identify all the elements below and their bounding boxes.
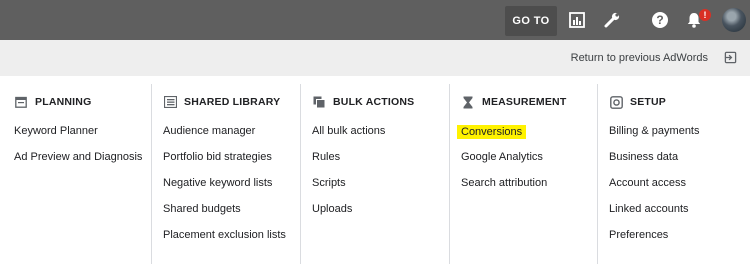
return-bar: Return to previous AdWords: [0, 40, 750, 76]
column-header-measurement: MEASUREMENT: [461, 95, 566, 109]
column-divider: [597, 84, 598, 264]
column-shared-library: SHARED LIBRARY Audience manager Portfoli…: [163, 76, 300, 270]
menu-item-google-analytics[interactable]: Google Analytics: [461, 151, 543, 163]
menu-item-audience-manager[interactable]: Audience manager: [163, 125, 255, 137]
menu-item-uploads[interactable]: Uploads: [312, 203, 352, 215]
menu-item-shared-budgets[interactable]: Shared budgets: [163, 203, 241, 215]
menu-item-rules[interactable]: Rules: [312, 151, 340, 163]
column-header-shared-library: SHARED LIBRARY: [163, 95, 280, 109]
notification-badge: !: [699, 9, 711, 21]
column-header-bulk-actions: BULK ACTIONS: [312, 95, 414, 109]
menu-item-search-attribution[interactable]: Search attribution: [461, 177, 547, 189]
menu-item-ad-preview-and-diagnosis[interactable]: Ad Preview and Diagnosis: [14, 151, 142, 163]
settings-icon: [609, 95, 623, 109]
menu-item-linked-accounts[interactable]: Linked accounts: [609, 203, 689, 215]
column-divider: [449, 84, 450, 264]
menu-item-keyword-planner[interactable]: Keyword Planner: [14, 125, 98, 137]
copy-icon: [312, 95, 326, 109]
exit-to-app-icon[interactable]: [724, 51, 738, 65]
menu-item-portfolio-bid-strategies[interactable]: Portfolio bid strategies: [163, 151, 272, 163]
top-header: GO TO ? !: [0, 0, 750, 40]
column-divider: [300, 84, 301, 264]
account-avatar[interactable]: [722, 8, 746, 32]
hourglass-icon: [461, 95, 475, 109]
go-to-button[interactable]: GO TO: [505, 6, 557, 36]
reports-icon[interactable]: [567, 10, 587, 30]
menu-item-business-data[interactable]: Business data: [609, 151, 678, 163]
menu-item-placement-exclusion-lists[interactable]: Placement exclusion lists: [163, 229, 286, 241]
menu-item-scripts[interactable]: Scripts: [312, 177, 346, 189]
column-header-planning: PLANNING: [14, 95, 91, 109]
column-divider: [151, 84, 152, 264]
column-bulk-actions: BULK ACTIONS All bulk actions Rules Scri…: [312, 76, 449, 270]
column-measurement: MEASUREMENT Conversions Google Analytics…: [457, 76, 597, 270]
help-icon[interactable]: ?: [650, 10, 670, 30]
menu-item-negative-keyword-lists[interactable]: Negative keyword lists: [163, 177, 272, 189]
menu-item-billing-and-payments[interactable]: Billing & payments: [609, 125, 700, 137]
calendar-icon: [14, 95, 28, 109]
column-planning: PLANNING Keyword Planner Ad Preview and …: [14, 76, 151, 270]
column-header-setup: SETUP: [609, 95, 666, 109]
library-icon: [163, 95, 177, 109]
return-to-previous-adwords-link[interactable]: Return to previous AdWords: [571, 52, 708, 64]
menu-item-all-bulk-actions[interactable]: All bulk actions: [312, 125, 385, 137]
tools-wrench-icon[interactable]: [602, 10, 622, 30]
column-setup: SETUP Billing & payments Business data A…: [609, 76, 746, 270]
menu-item-account-access[interactable]: Account access: [609, 177, 686, 189]
menu-item-preferences[interactable]: Preferences: [609, 229, 668, 241]
menu-item-conversions[interactable]: Conversions: [457, 125, 527, 139]
